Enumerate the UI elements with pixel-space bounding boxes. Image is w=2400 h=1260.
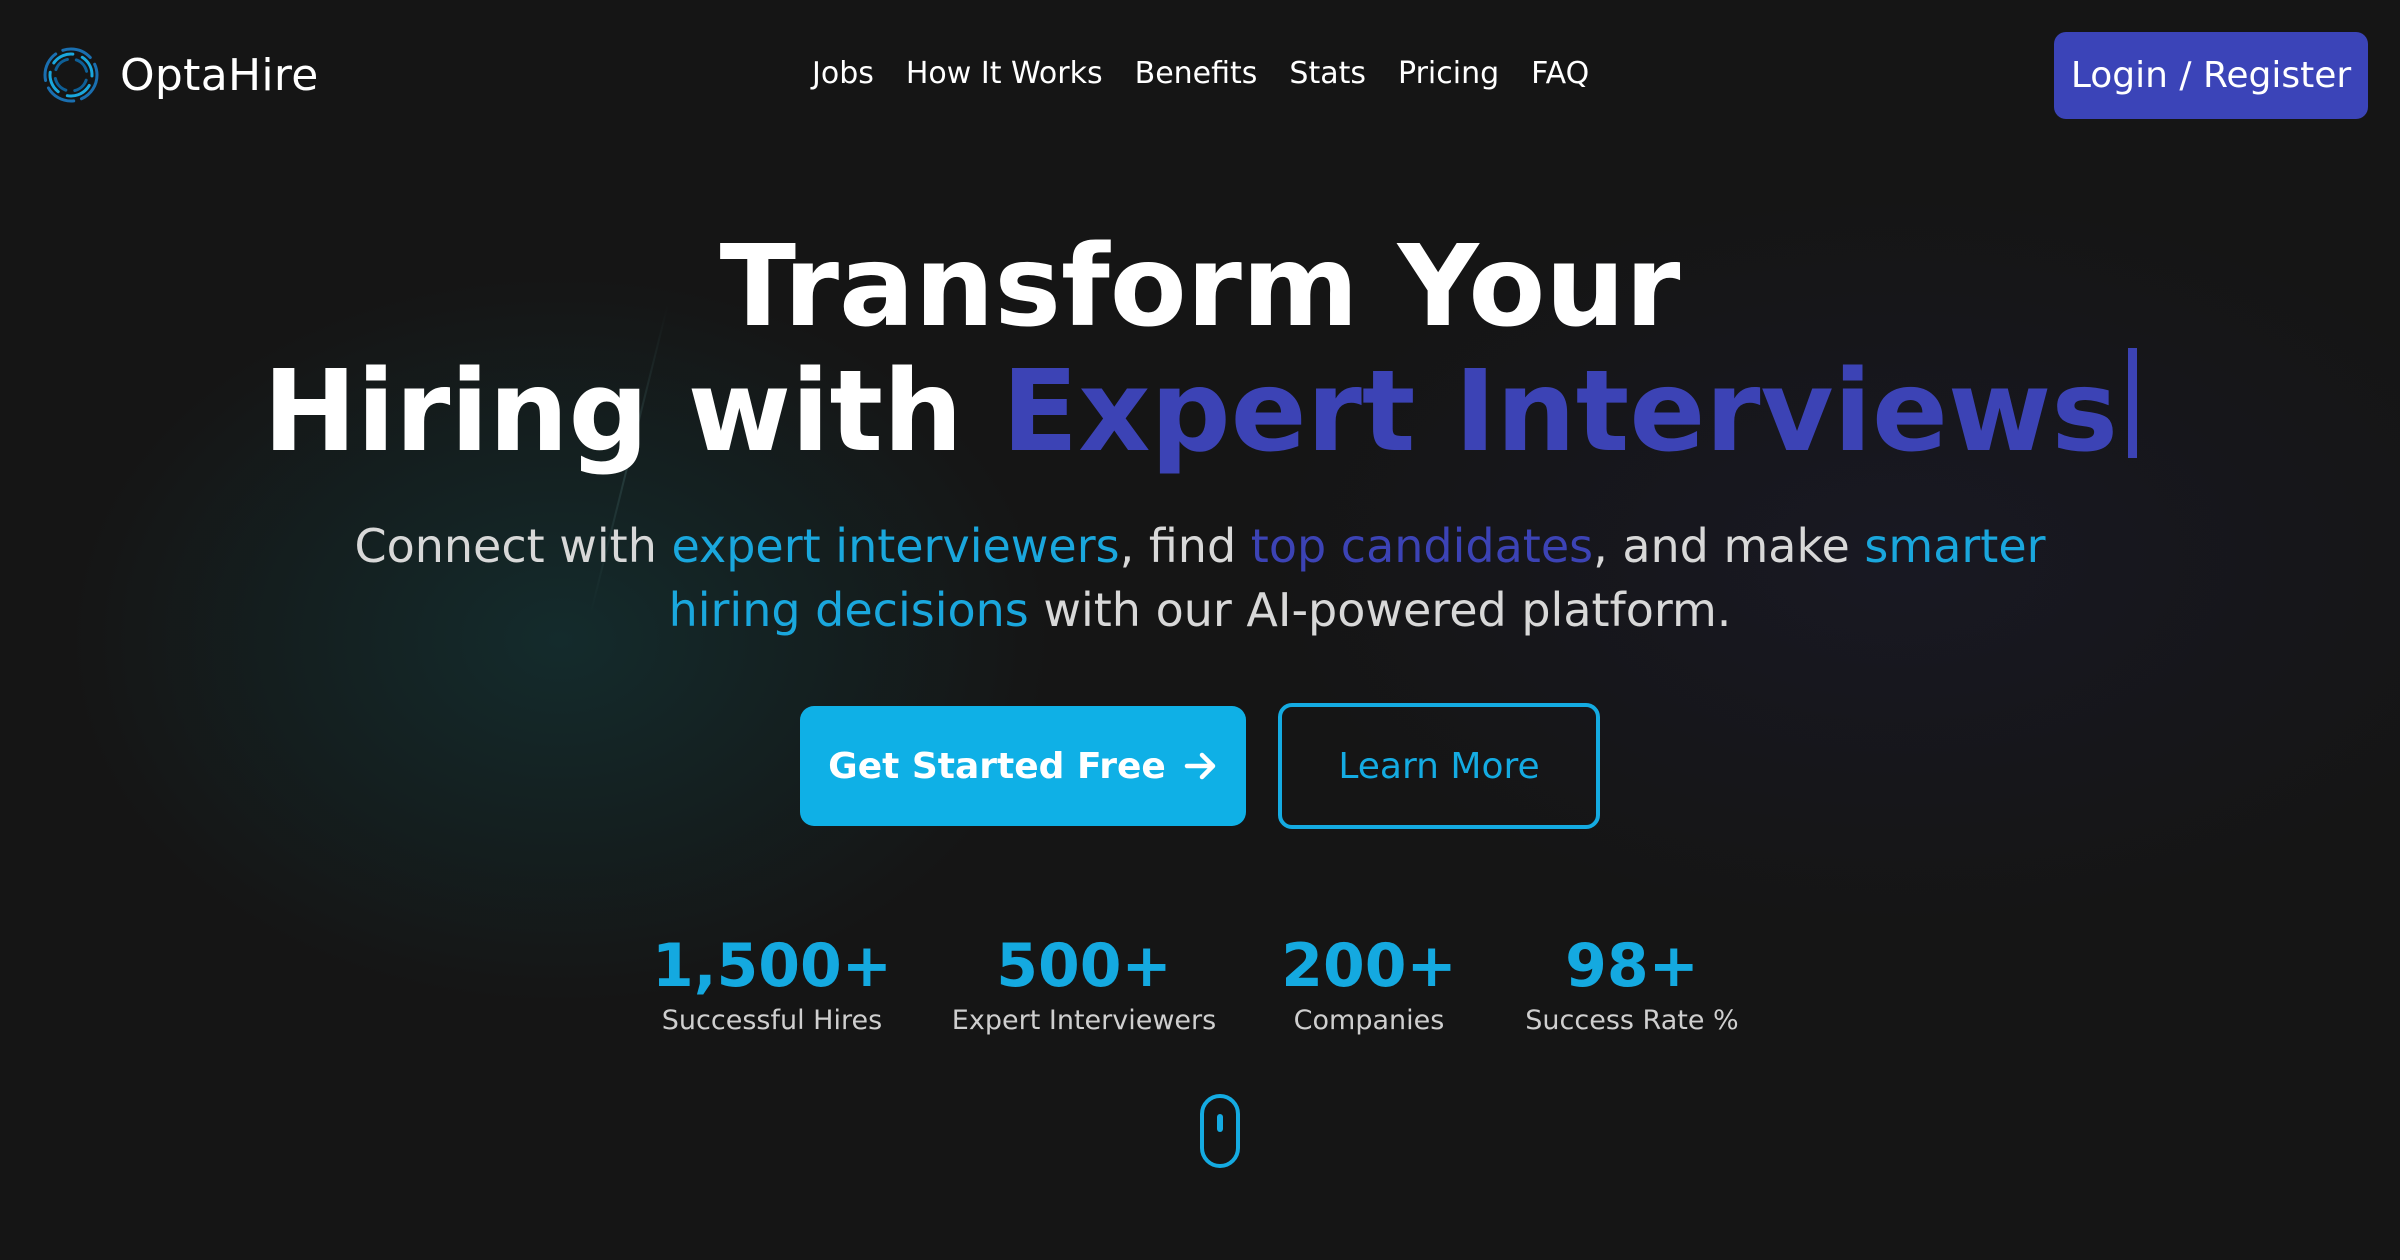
nav-link-how-it-works[interactable]: How It Works <box>906 56 1103 91</box>
hero-title-line1: Transform Your <box>719 222 1681 352</box>
subtitle-text: , find <box>1119 519 1251 573</box>
subtitle-highlight-top-candidates: top candidates <box>1250 519 1594 573</box>
learn-more-button[interactable]: Learn More <box>1278 703 1600 829</box>
get-started-label: Get Started Free <box>828 745 1166 787</box>
stat-value: 200+ <box>1281 931 1457 1001</box>
stat-companies: 200+ Companies <box>1281 930 1457 1040</box>
nav-link-jobs[interactable]: Jobs <box>812 56 874 91</box>
stat-label: Companies <box>1293 1005 1445 1036</box>
stat-label: Successful Hires <box>661 1005 883 1036</box>
mouse-wheel <box>1217 1114 1223 1132</box>
stat-success-rate: 98+ Success Rate % <box>1525 930 1738 1040</box>
login-register-button[interactable]: Login / Register <box>2054 32 2368 119</box>
hero-title-line2-prefix: Hiring with <box>262 347 1002 477</box>
stat-label: Expert Interviewers <box>951 1005 1217 1036</box>
brand-name: OptaHire <box>120 49 319 101</box>
subtitle-text: with our AI-powered platform. <box>1028 583 1732 637</box>
stat-value: 500+ <box>996 931 1172 1001</box>
nav-links: Jobs How It Works Benefits Stats Pricing… <box>812 56 1621 91</box>
nav-link-stats[interactable]: Stats <box>1289 56 1366 91</box>
top-navigation: OptaHire Jobs How It Works Benefits Stat… <box>0 0 2400 155</box>
subtitle-highlight-expert-interviewers: expert interviewers <box>671 519 1120 573</box>
get-started-button[interactable]: Get Started Free <box>800 706 1246 826</box>
stat-successful-hires: 1,500+ Successful Hires <box>652 930 892 1040</box>
nav-link-benefits[interactable]: Benefits <box>1135 56 1258 91</box>
subtitle-text: Connect with <box>354 519 672 573</box>
nav-link-pricing[interactable]: Pricing <box>1398 56 1499 91</box>
hero-title: Transform Your Hiring with Expert Interv… <box>0 226 2400 473</box>
stat-value: 98+ <box>1565 931 1699 1001</box>
brand[interactable]: OptaHire <box>40 44 319 106</box>
hero-title-accent: Expert Interviews <box>1001 347 2119 477</box>
arrow-right-icon <box>1184 752 1216 780</box>
nav-link-faq[interactable]: FAQ <box>1531 56 1589 91</box>
swirl-ring-icon <box>43 47 99 103</box>
stat-value: 1,500+ <box>651 931 893 1001</box>
stat-label: Success Rate % <box>1525 1005 1739 1036</box>
hero-subtitle: Connect with expert interviewers, find t… <box>300 514 2100 642</box>
mouse-scroll-icon[interactable] <box>1200 1094 1240 1168</box>
subtitle-text: , and make <box>1593 519 1865 573</box>
landing-page: OptaHire Jobs How It Works Benefits Stat… <box>0 0 2400 1260</box>
typing-cursor <box>2128 348 2138 458</box>
stats-row: 1,500+ Successful Hires 500+ Expert Inte… <box>0 930 2400 1050</box>
stat-expert-interviewers: 500+ Expert Interviewers <box>952 930 1216 1040</box>
